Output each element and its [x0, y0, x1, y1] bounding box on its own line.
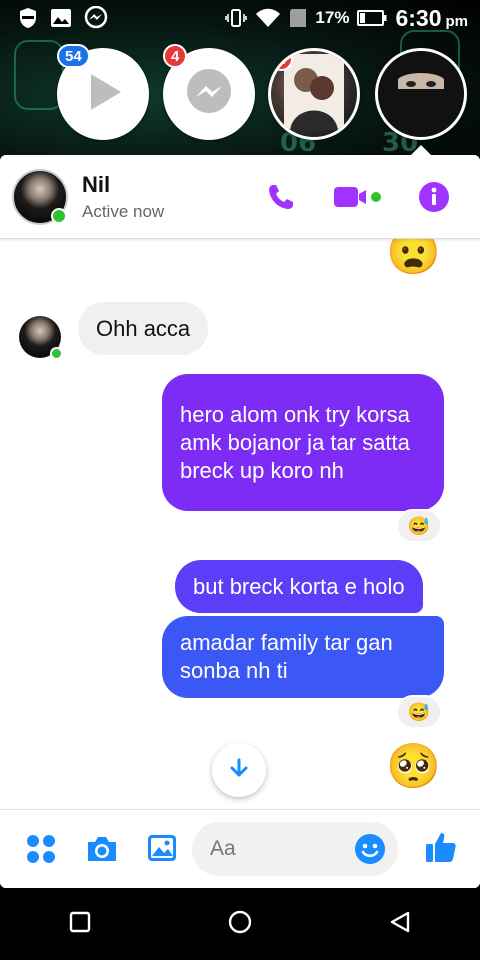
online-indicator: [50, 347, 63, 360]
navigation-bar: [0, 888, 480, 960]
message-bubble-outgoing[interactable]: hero alom onk try korsa amk bojanor ja t…: [162, 374, 444, 511]
battery-icon: [357, 10, 387, 26]
chat-window: Nil Active now 😦 Ohh acca hero alom onk …: [0, 155, 480, 888]
chat-head-messenger[interactable]: 4: [163, 44, 255, 140]
clock-time: 6:30: [395, 4, 442, 31]
contact-name: Nil: [82, 171, 111, 197]
message-bubble-outgoing[interactable]: amadar family tar gan sonba nh ti: [162, 616, 444, 698]
gallery-icon[interactable]: [146, 833, 178, 863]
vibrate-icon: [225, 8, 248, 28]
reaction-badge[interactable]: 😅: [396, 695, 442, 729]
message-avatar[interactable]: [19, 316, 63, 360]
chat-head-photo[interactable]: 2: [268, 48, 360, 140]
contact-photo-icon: [378, 51, 464, 137]
couple-photo-icon: [284, 53, 344, 135]
contact-status: Active now: [82, 201, 165, 221]
message-input-box[interactable]: [192, 822, 398, 876]
messenger-icon: [184, 67, 234, 122]
battery-percent: 17%: [315, 8, 350, 27]
active-head-indicator: [411, 145, 431, 155]
clock-ampm: pm: [445, 12, 469, 30]
video-call-icon[interactable]: [332, 183, 382, 211]
play-icon: [81, 70, 125, 119]
message-list[interactable]: 😦 Ohh acca hero alom onk try korsa amk b…: [0, 231, 480, 809]
circle-icon: [228, 910, 252, 939]
camera-icon[interactable]: [85, 834, 119, 864]
reaction-badge[interactable]: 😅: [396, 509, 442, 543]
phone-icon[interactable]: [266, 182, 296, 212]
triangle-back-icon: [388, 910, 412, 939]
status-bar: 17% 6:30 pm: [0, 0, 480, 36]
avatar[interactable]: [12, 168, 68, 225]
emoji-icon[interactable]: [354, 833, 386, 865]
message-composer: [0, 809, 480, 888]
shield-icon: [18, 7, 38, 29]
wifi-icon: [255, 8, 281, 28]
signal-icon: [289, 8, 307, 28]
chat-head-video[interactable]: 54: [57, 44, 149, 140]
home-button[interactable]: [160, 888, 320, 960]
online-indicator: [51, 207, 67, 224]
emoji-sticker-bottom: 🥺: [386, 742, 441, 791]
chat-head-badge: 4: [163, 44, 188, 68]
scroll-down-button[interactable]: [212, 743, 266, 797]
message-bubble-outgoing[interactable]: but breck korta e holo: [175, 560, 423, 613]
contact-info[interactable]: Nil Active now: [82, 172, 164, 222]
arrow-down-icon: [228, 757, 250, 784]
message-input[interactable]: [210, 837, 340, 861]
messenger-notification-icon: [84, 6, 108, 30]
apps-grid-icon[interactable]: [26, 834, 56, 864]
chat-head-badge: 54: [57, 44, 90, 68]
recents-button[interactable]: [0, 888, 160, 960]
square-icon: [69, 911, 91, 938]
info-icon[interactable]: [418, 181, 450, 213]
chat-header: Nil Active now: [0, 155, 480, 239]
image-notification-icon: [50, 8, 72, 28]
chat-head-active-contact[interactable]: [375, 48, 467, 140]
thumbs-up-icon[interactable]: [424, 830, 458, 864]
back-button[interactable]: [320, 888, 480, 960]
message-bubble-incoming[interactable]: Ohh acca: [78, 302, 209, 355]
